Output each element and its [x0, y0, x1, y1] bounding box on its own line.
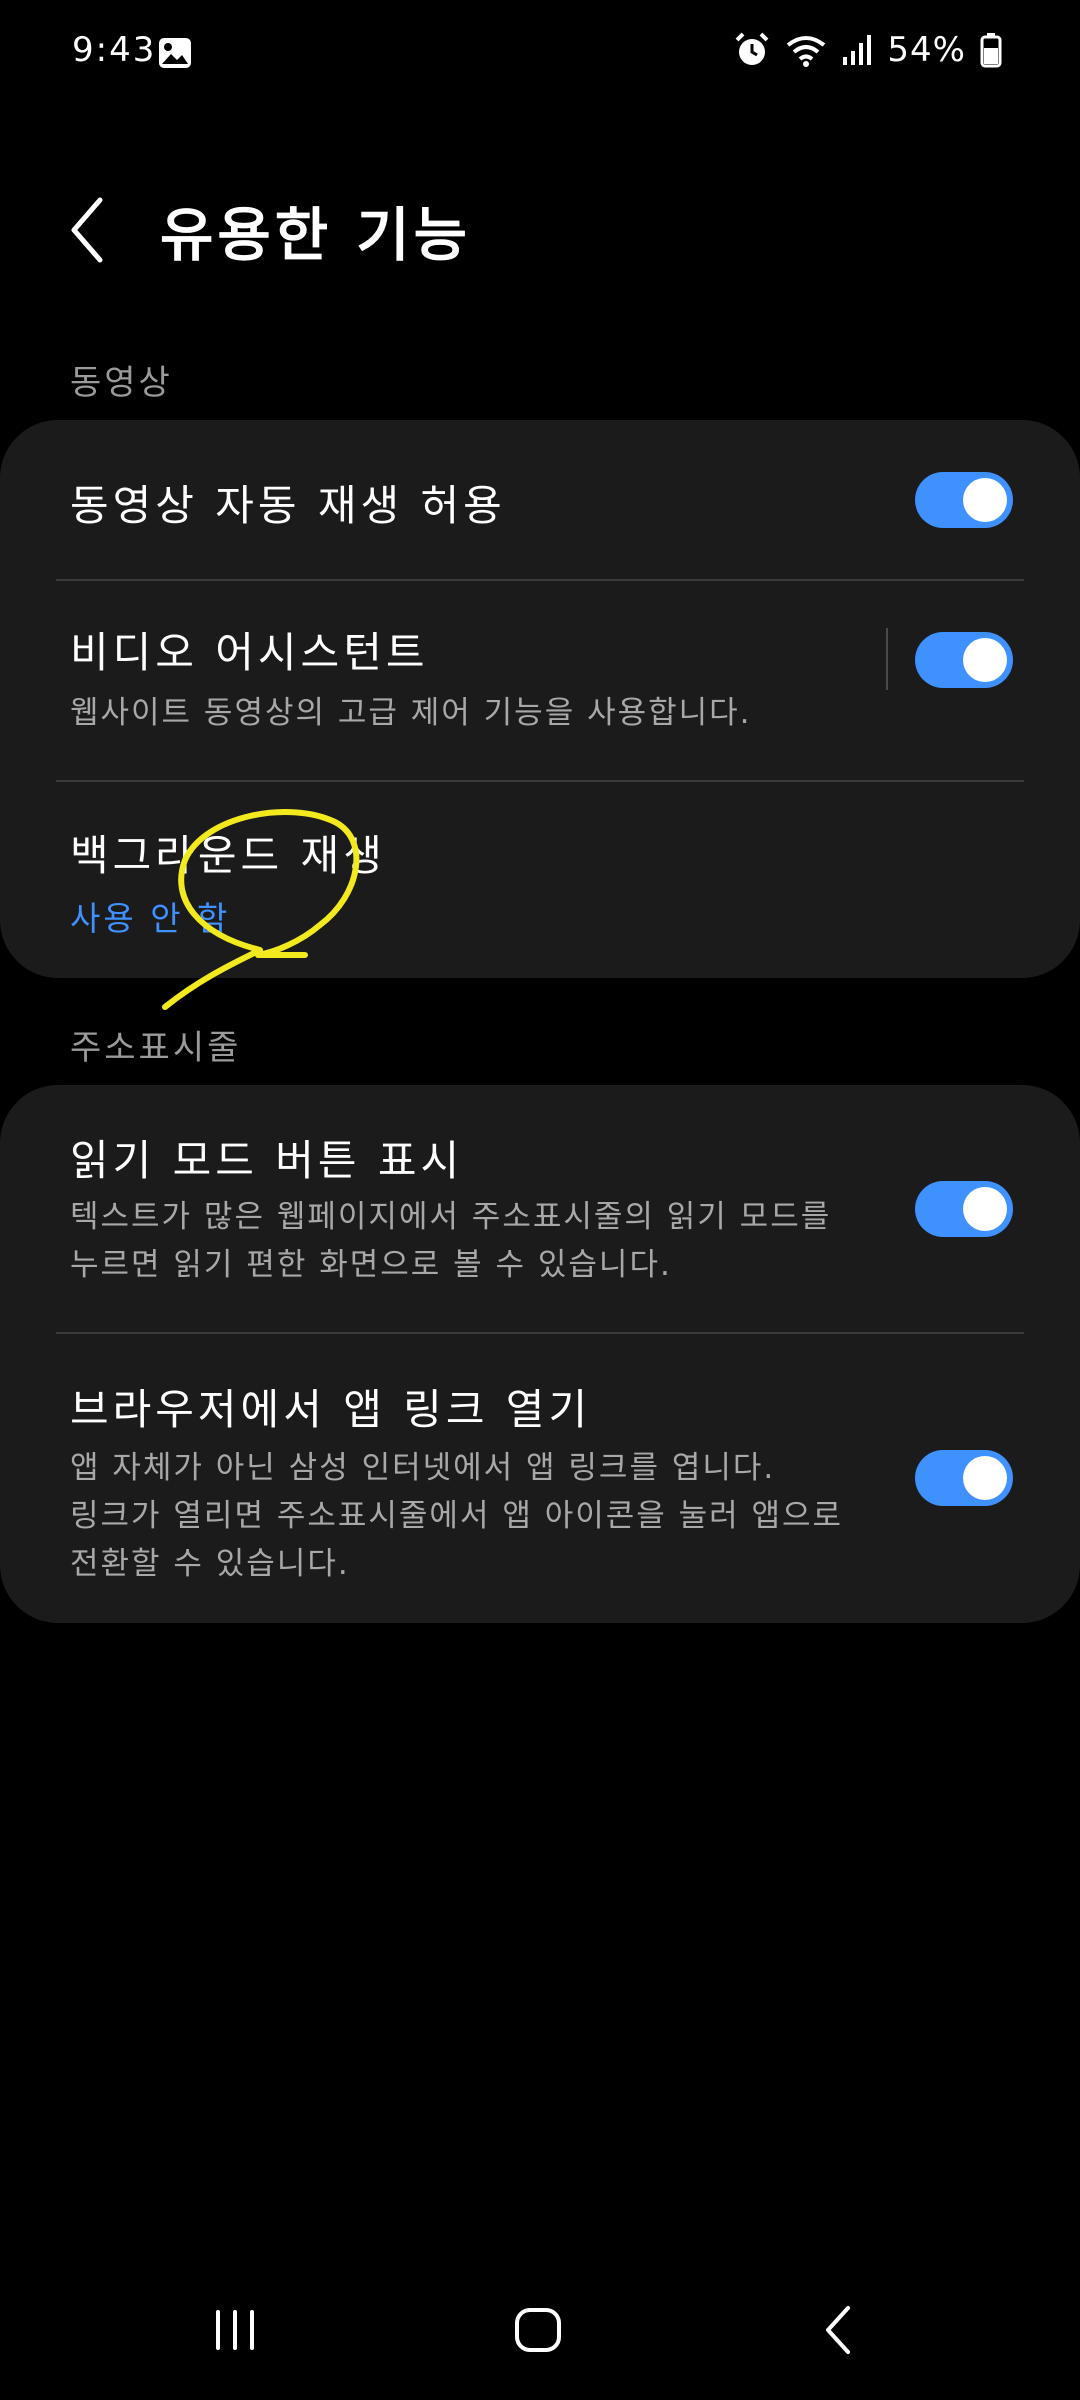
- reader-mode-toggle[interactable]: [915, 1181, 1013, 1237]
- setting-open-app-links[interactable]: 브라우저에서 앱 링크 열기 앱 자체가 아닌 삼성 인터넷에서 앱 링크를 엽…: [0, 1334, 1080, 1623]
- setting-status: 사용 안 함: [70, 899, 231, 938]
- setting-description: 웹사이트 동영상의 고급 제어 기능을 사용합니다.: [70, 695, 752, 731]
- setting-background-playback[interactable]: 백그라운드 재생 사용 안 함: [0, 782, 1080, 978]
- alarm-icon: [736, 32, 769, 65]
- home-icon[interactable]: [493, 2290, 583, 2370]
- setting-video-assistant[interactable]: 비디오 어시스턴트 웹사이트 동영상의 고급 제어 기능을 사용합니다.: [0, 581, 1080, 781]
- recents-icon[interactable]: [190, 2290, 280, 2370]
- setting-description: 앱 자체가 아닌 삼성 인터넷에서 앱 링크를 엽니다. 링크가 열리면 주소표…: [70, 1444, 850, 1588]
- toggle-knob: [963, 1187, 1007, 1231]
- battery-icon: [980, 33, 1002, 68]
- wifi-icon: [787, 36, 826, 67]
- address-bar-settings-card: 읽기 모드 버튼 표시 텍스트가 많은 웹페이지에서 주소표시줄의 읽기 모드를…: [0, 1085, 1080, 1623]
- description-line: 링크가 열리면 주소표시줄에서 앱 아이콘을 눌러 앱으로: [70, 1498, 844, 1534]
- autoplay-toggle[interactable]: [915, 472, 1013, 528]
- signal-icon: [843, 35, 872, 65]
- setting-title: 읽기 모드 버튼 표시: [70, 1136, 464, 1185]
- setting-autoplay-video[interactable]: 동영상 자동 재생 허용: [0, 420, 1080, 580]
- gallery-icon: [159, 38, 191, 68]
- app-links-toggle[interactable]: [915, 1450, 1013, 1506]
- status-icons: 54%: [733, 30, 1002, 70]
- setting-description: 텍스트가 많은 웹페이지에서 주소표시줄의 읽기 모드를 누르면 읽기 편한 화…: [70, 1193, 850, 1289]
- setting-title: 동영상 자동 재생 허용: [70, 481, 506, 530]
- toggle-knob: [963, 1456, 1007, 1500]
- video-settings-card: 동영상 자동 재생 허용 비디오 어시스턴트 웹사이트 동영상의 고급 제어 기…: [0, 420, 1080, 978]
- description-line: 전환할 수 있습니다.: [70, 1546, 350, 1582]
- setting-reader-mode-button[interactable]: 읽기 모드 버튼 표시 텍스트가 많은 웹페이지에서 주소표시줄의 읽기 모드를…: [0, 1085, 1080, 1332]
- setting-title: 비디오 어시스턴트: [70, 628, 429, 677]
- section-header-video: 동영상: [70, 363, 173, 403]
- navigation-bar: [0, 2260, 1080, 2400]
- toggle-knob: [963, 478, 1007, 522]
- description-line: 앱 자체가 아닌 삼성 인터넷에서 앱 링크를 엽니다.: [70, 1450, 776, 1486]
- vertical-divider: [886, 628, 888, 690]
- battery-percent: 54%: [887, 30, 966, 70]
- setting-title: 브라우저에서 앱 링크 열기: [70, 1385, 592, 1434]
- page-title: 유용한 기능: [160, 201, 471, 269]
- toggle-knob: [963, 638, 1007, 682]
- back-arrow-icon[interactable]: [60, 190, 120, 270]
- section-header-address-bar: 주소표시줄: [70, 1028, 242, 1068]
- nav-back-icon[interactable]: [796, 2290, 886, 2370]
- status-time: 9:43: [72, 30, 157, 70]
- setting-title: 백그라운드 재생: [70, 831, 386, 880]
- description-line: 텍스트가 많은 웹페이지에서 주소표시줄의 읽기 모드를: [70, 1199, 832, 1235]
- video-assistant-toggle[interactable]: [915, 632, 1013, 688]
- status-bar: 9:43 54%: [0, 0, 1080, 110]
- description-line: 누르면 읽기 편한 화면으로 볼 수 있습니다.: [70, 1247, 672, 1283]
